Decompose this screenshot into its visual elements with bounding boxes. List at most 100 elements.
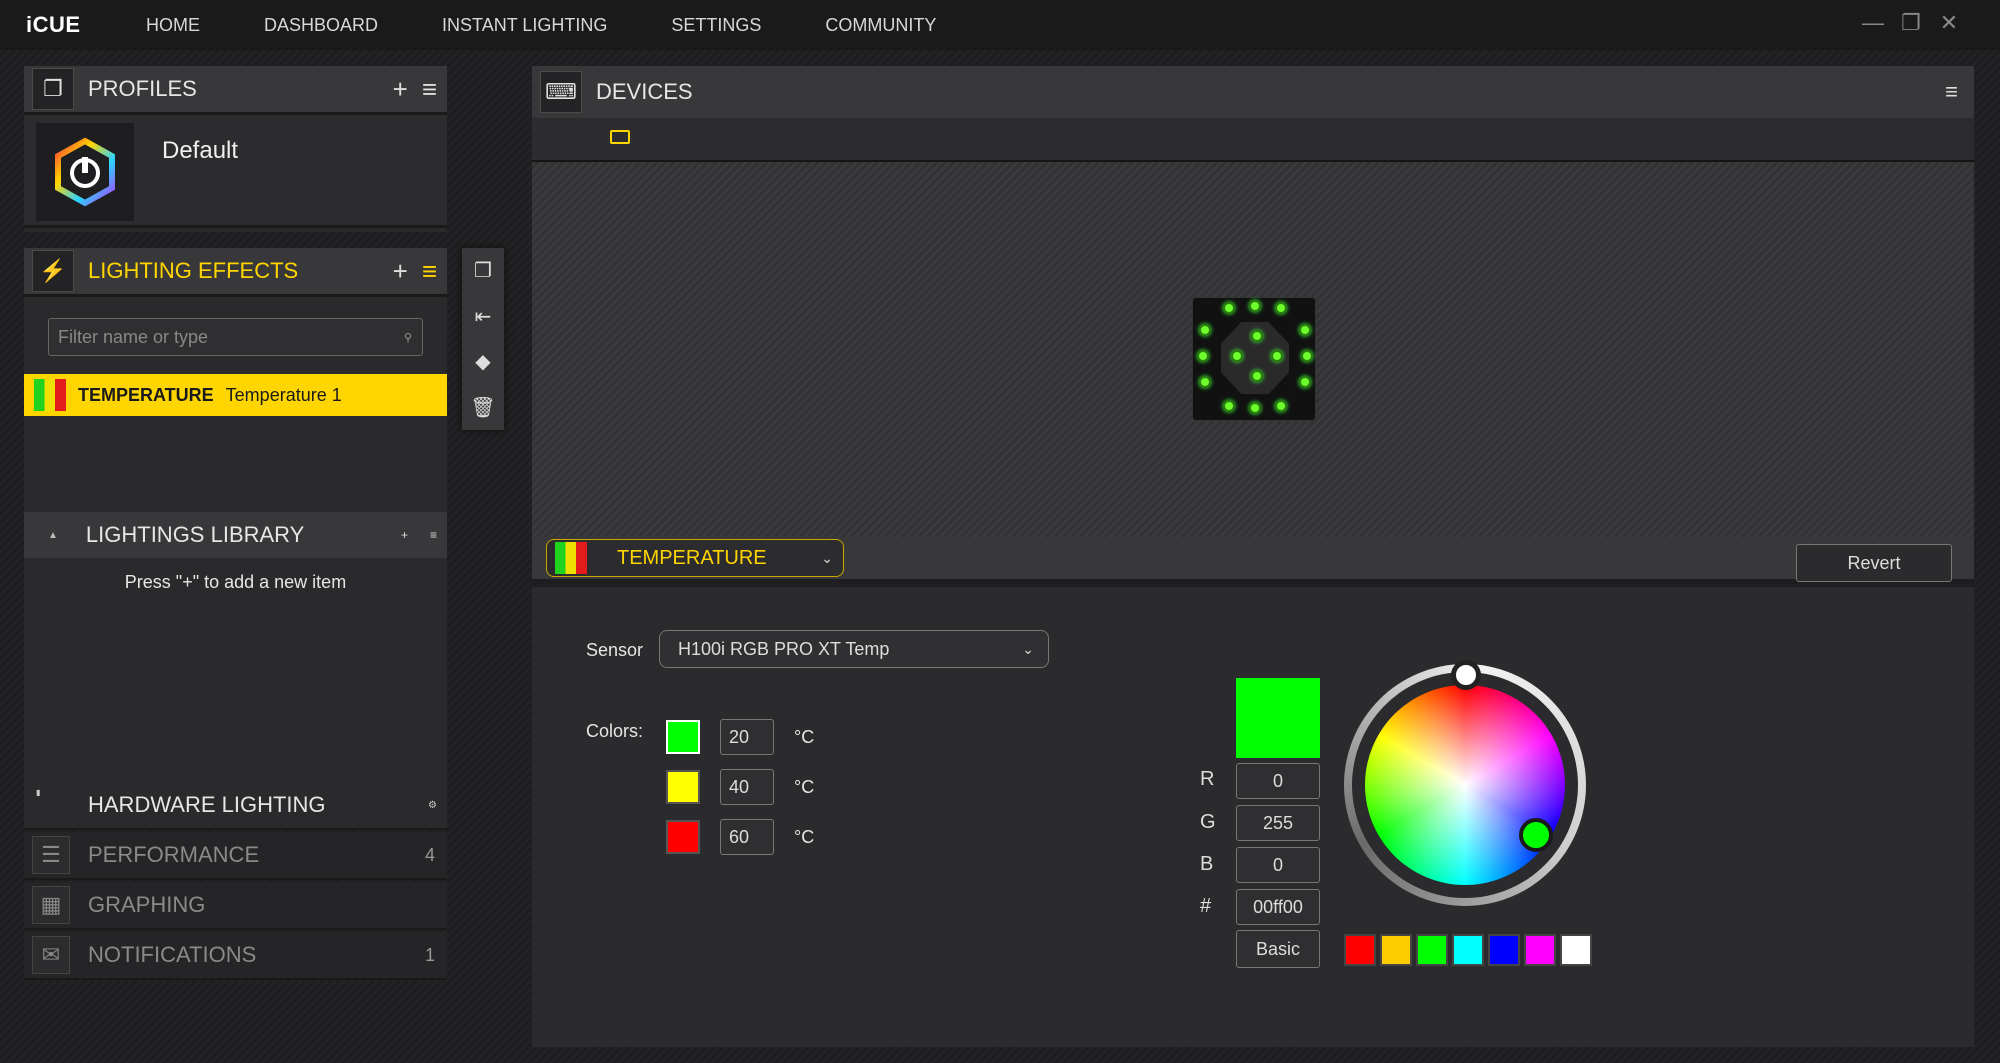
trash-icon[interactable]: 🗑 — [470, 395, 495, 420]
device-strip — [532, 118, 1974, 162]
filter-box: ⚲ — [48, 318, 423, 356]
led[interactable] — [1197, 350, 1209, 362]
profile-item[interactable]: Default — [24, 115, 447, 228]
led[interactable] — [1249, 300, 1261, 312]
chevron-down-icon: ⌄ — [1022, 640, 1034, 657]
preset-swatch[interactable] — [1416, 934, 1448, 966]
led[interactable] — [1299, 324, 1311, 336]
list-icon: ☰ — [32, 836, 70, 874]
chat-icon: ✉ — [32, 936, 70, 974]
nav-community[interactable]: COMMUNITY — [825, 15, 936, 36]
brightness-knob[interactable] — [1451, 660, 1481, 690]
restore-icon[interactable]: ❐ — [1900, 10, 1922, 36]
pump-head[interactable] — [1192, 297, 1316, 421]
hardware-lighting-row[interactable]: ▮ HARDWARE LIGHTING ⚙ — [24, 782, 447, 830]
unit-label: °C — [794, 726, 815, 747]
monitor-icon: ▦ — [32, 886, 70, 924]
color-wheel[interactable] — [1365, 685, 1565, 885]
profiles-menu-icon[interactable]: ≡ — [422, 74, 437, 105]
effect-settings-header: TEMPERATURE ⌄ Revert — [532, 537, 1974, 587]
led[interactable] — [1231, 350, 1243, 362]
revert-button[interactable]: Revert — [1796, 544, 1952, 582]
library-icon: ▲ — [48, 529, 58, 541]
effect-type-label: TEMPERATURE — [617, 546, 767, 569]
threshold-input[interactable] — [720, 819, 774, 855]
graphing-row[interactable]: ▦ GRAPHING — [24, 882, 447, 930]
device-canvas — [532, 162, 1974, 547]
search-icon: ⚲ — [403, 331, 412, 344]
library-menu-icon[interactable]: ≡ — [430, 528, 437, 542]
performance-row[interactable]: ☰ PERFORMANCE 4 — [24, 832, 447, 880]
preset-swatch[interactable] — [1488, 934, 1520, 966]
temperature-swatch-icon — [555, 542, 587, 574]
led[interactable] — [1251, 370, 1263, 382]
threshold-color-swatch[interactable] — [666, 770, 700, 804]
threshold-row: °C — [666, 819, 814, 855]
led[interactable] — [1199, 324, 1211, 336]
add-library-button[interactable]: + — [401, 528, 408, 542]
sensor-dropdown[interactable]: H100i RGB PRO XT Temp ⌄ — [659, 630, 1049, 668]
colors-label: Colors: — [586, 721, 644, 741]
preset-swatch[interactable] — [1380, 934, 1412, 966]
devices-header: ⌨ DEVICES ≡ — [532, 66, 1974, 118]
notifications-count: 1 — [424, 944, 435, 965]
add-effect-button[interactable]: + — [393, 256, 408, 287]
devices-menu-icon[interactable]: ≡ — [1945, 79, 1958, 105]
devices-title: DEVICES — [596, 79, 693, 104]
threshold-color-swatch[interactable] — [666, 820, 700, 854]
effect-type-dropdown[interactable]: TEMPERATURE ⌄ — [546, 539, 844, 577]
nav-dashboard[interactable]: DASHBOARD — [264, 15, 378, 36]
add-profile-button[interactable]: + — [393, 74, 408, 105]
preset-swatch[interactable] — [1524, 934, 1556, 966]
minimize-icon[interactable]: — — [1862, 10, 1884, 36]
threshold-row: °C — [666, 769, 814, 805]
red-input[interactable] — [1236, 763, 1320, 799]
effect-settings-panel: TEMPERATURE ⌄ Revert Sensor H100i RGB PR… — [532, 537, 1974, 1047]
green-input[interactable] — [1236, 805, 1320, 841]
led[interactable] — [1275, 400, 1287, 412]
led[interactable] — [1249, 402, 1261, 414]
basic-button[interactable]: Basic — [1236, 930, 1320, 968]
nav-instant-lighting[interactable]: INSTANT LIGHTING — [442, 15, 607, 36]
effect-list-item[interactable]: TEMPERATURE Temperature 1 — [24, 374, 447, 416]
temperature-swatch-icon — [34, 379, 66, 411]
filter-input[interactable] — [58, 326, 388, 348]
preset-swatch[interactable] — [1452, 934, 1484, 966]
sensor-value: H100i RGB PRO XT Temp — [678, 638, 890, 659]
import-icon[interactable]: ⇤ — [475, 304, 492, 329]
led[interactable] — [1223, 302, 1235, 314]
led[interactable] — [1199, 376, 1211, 388]
library-title: LIGHTINGS LIBRARY — [85, 522, 305, 547]
effects-menu-icon[interactable]: ≡ — [422, 256, 437, 287]
cooler-device-icon[interactable] — [610, 130, 630, 144]
nav-settings[interactable]: SETTINGS — [671, 15, 761, 36]
profile-logo-icon — [36, 123, 134, 221]
preset-swatch[interactable] — [1344, 934, 1376, 966]
threshold-color-swatch[interactable] — [666, 720, 700, 754]
hardware-gear-icon[interactable]: ⚙ — [428, 800, 437, 811]
led[interactable] — [1251, 330, 1263, 342]
led[interactable] — [1223, 400, 1235, 412]
led[interactable] — [1275, 302, 1287, 314]
unit-label: °C — [794, 776, 815, 797]
brightness-ring[interactable] — [1344, 664, 1586, 906]
nav-home[interactable]: HOME — [146, 15, 200, 36]
threshold-input[interactable] — [720, 719, 774, 755]
color-knob[interactable] — [1519, 818, 1553, 852]
copy-effect-icon[interactable]: ❐ — [474, 258, 492, 283]
hex-input[interactable] — [1236, 889, 1320, 925]
preset-swatch[interactable] — [1560, 934, 1592, 966]
notifications-row[interactable]: ✉ NOTIFICATIONS 1 — [24, 932, 447, 980]
keyboard-icon: ⌨ — [540, 71, 582, 113]
led[interactable] — [1271, 350, 1283, 362]
lightning-icon: ⚡ — [32, 250, 74, 292]
close-icon[interactable]: ✕ — [1938, 10, 1960, 36]
library-header: ▲ LIGHTINGS LIBRARY + ≡ — [24, 512, 447, 558]
led[interactable] — [1299, 376, 1311, 388]
layers-icon[interactable]: ◆ — [475, 349, 490, 374]
threshold-input[interactable] — [720, 769, 774, 805]
lighting-effects-title: LIGHTING EFFECTS — [88, 258, 299, 283]
led[interactable] — [1301, 350, 1313, 362]
hardware-icon: ▮ — [36, 788, 41, 797]
blue-input[interactable] — [1236, 847, 1320, 883]
